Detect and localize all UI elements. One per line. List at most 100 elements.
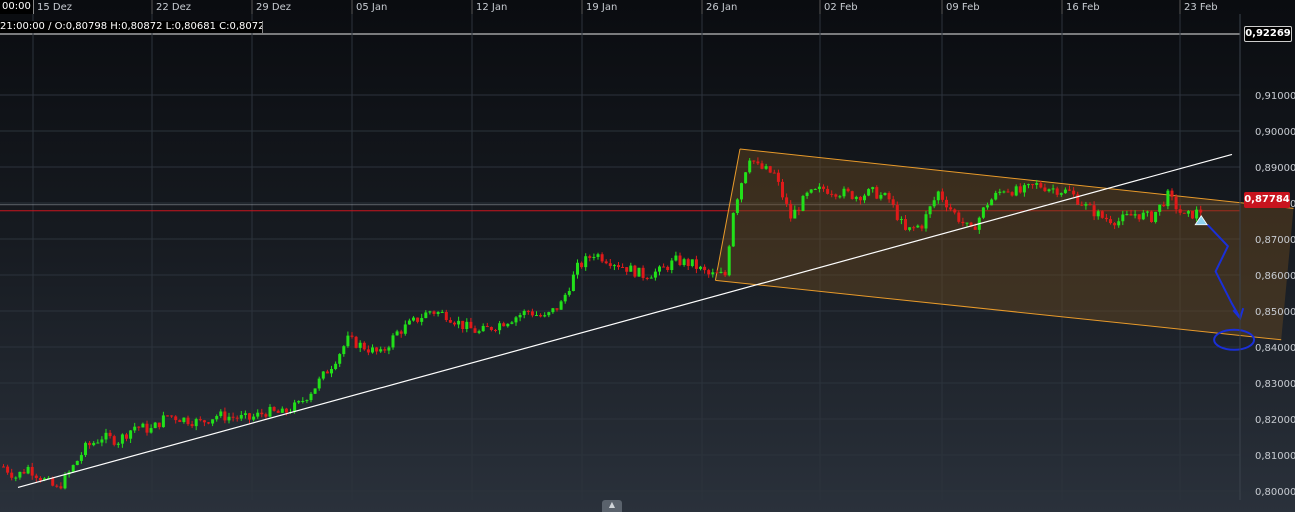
candle-body <box>403 324 407 334</box>
candle-body <box>198 419 202 421</box>
candle-body <box>1141 212 1145 220</box>
scroll-handle-icon[interactable]: ▲ <box>602 500 622 512</box>
candle-body <box>571 274 575 292</box>
candle-body <box>612 265 616 267</box>
candle-body <box>161 415 165 428</box>
candle-body <box>965 222 969 224</box>
candle-body <box>838 196 842 198</box>
candle-body <box>563 294 567 302</box>
candle-body <box>1178 209 1182 213</box>
candle-body <box>272 406 276 411</box>
candle-body <box>14 477 18 479</box>
candle-body <box>194 419 198 427</box>
candle-body <box>1195 209 1199 219</box>
date-tick-label: 15 Dez <box>37 2 72 13</box>
support-trendline <box>17 153 1233 488</box>
candle-body <box>1010 192 1014 196</box>
candle-body <box>1002 191 1006 193</box>
candle-body <box>744 172 748 184</box>
candle-body <box>465 321 469 329</box>
candle-body <box>641 267 645 278</box>
candle-body <box>1137 214 1141 220</box>
candle-body <box>1166 190 1170 207</box>
candle-body <box>268 406 272 417</box>
price-tick-label: 0,87000 <box>1255 235 1295 246</box>
candle-body <box>502 323 506 327</box>
candle-body <box>325 371 329 374</box>
candle-body <box>309 393 313 401</box>
candle-body <box>153 422 157 429</box>
candle-body <box>547 312 551 316</box>
candle-body <box>735 199 739 213</box>
candle-body <box>321 371 325 379</box>
candle-body <box>211 419 215 424</box>
candle-body <box>899 219 903 221</box>
candle-body <box>104 432 108 440</box>
candle-body <box>567 291 571 295</box>
candle-body <box>133 426 137 431</box>
candle-body <box>10 472 14 478</box>
candle-body <box>1043 187 1047 192</box>
candle-body <box>371 347 374 353</box>
candle-body <box>1145 211 1149 213</box>
candle-body <box>645 277 649 279</box>
candle-body <box>1109 219 1112 224</box>
candle-body <box>653 271 657 278</box>
candle-body <box>1104 217 1108 220</box>
candle-body <box>1129 214 1133 216</box>
price-tick-label: 0,84000 <box>1255 343 1295 354</box>
chart-svg[interactable]: 0,910000,900000,890000,880000,870000,860… <box>0 0 1295 512</box>
candle-body <box>789 203 793 219</box>
candle-body <box>1027 184 1030 186</box>
candle-body <box>264 414 268 417</box>
candle-body <box>1018 186 1022 193</box>
candle-body <box>366 349 370 353</box>
candle-body <box>428 311 432 313</box>
candle-body <box>990 199 994 206</box>
candle-body <box>658 266 661 272</box>
candle-body <box>797 209 801 211</box>
candle-body <box>59 486 63 489</box>
candle-body <box>219 411 223 417</box>
candle-body <box>883 193 887 195</box>
candle-body <box>662 266 666 268</box>
candle-body <box>34 475 38 478</box>
candle-body <box>1117 221 1121 226</box>
candle-body <box>108 432 112 437</box>
candle-body <box>100 439 104 443</box>
candle-body <box>485 325 489 328</box>
candle-body <box>891 199 895 205</box>
candle-body <box>330 369 333 374</box>
candle-body <box>297 401 301 403</box>
candle-body <box>489 327 493 330</box>
candle-body <box>842 188 846 197</box>
candle-body <box>215 416 219 420</box>
candle-body <box>243 413 247 415</box>
candle-body <box>178 420 182 423</box>
candle-body <box>633 265 637 277</box>
candle-body <box>576 262 579 275</box>
candle-body <box>600 254 604 262</box>
candle-body <box>863 195 866 201</box>
candle-body <box>666 266 670 270</box>
candle-body <box>826 188 830 194</box>
candle-body <box>768 166 772 173</box>
chart-area[interactable]: 0,910000,900000,890000,880000,870000,860… <box>0 0 1295 512</box>
candle-body <box>1084 204 1088 206</box>
candle-body <box>740 183 743 200</box>
candle-body <box>346 335 350 347</box>
candle-body <box>149 428 153 433</box>
candle-body <box>112 436 116 445</box>
candle-body <box>604 261 608 264</box>
candle-body <box>973 226 977 230</box>
candle-body <box>920 225 924 229</box>
candle-body <box>26 466 30 474</box>
candle-body <box>436 312 440 314</box>
price-tick-label: 0,90000 <box>1255 127 1295 138</box>
candle-body <box>957 212 961 222</box>
candle-body <box>457 320 461 325</box>
candle-body <box>1133 214 1137 216</box>
candle-body <box>231 416 235 418</box>
candle-body <box>625 267 629 272</box>
candle-body <box>526 310 530 312</box>
